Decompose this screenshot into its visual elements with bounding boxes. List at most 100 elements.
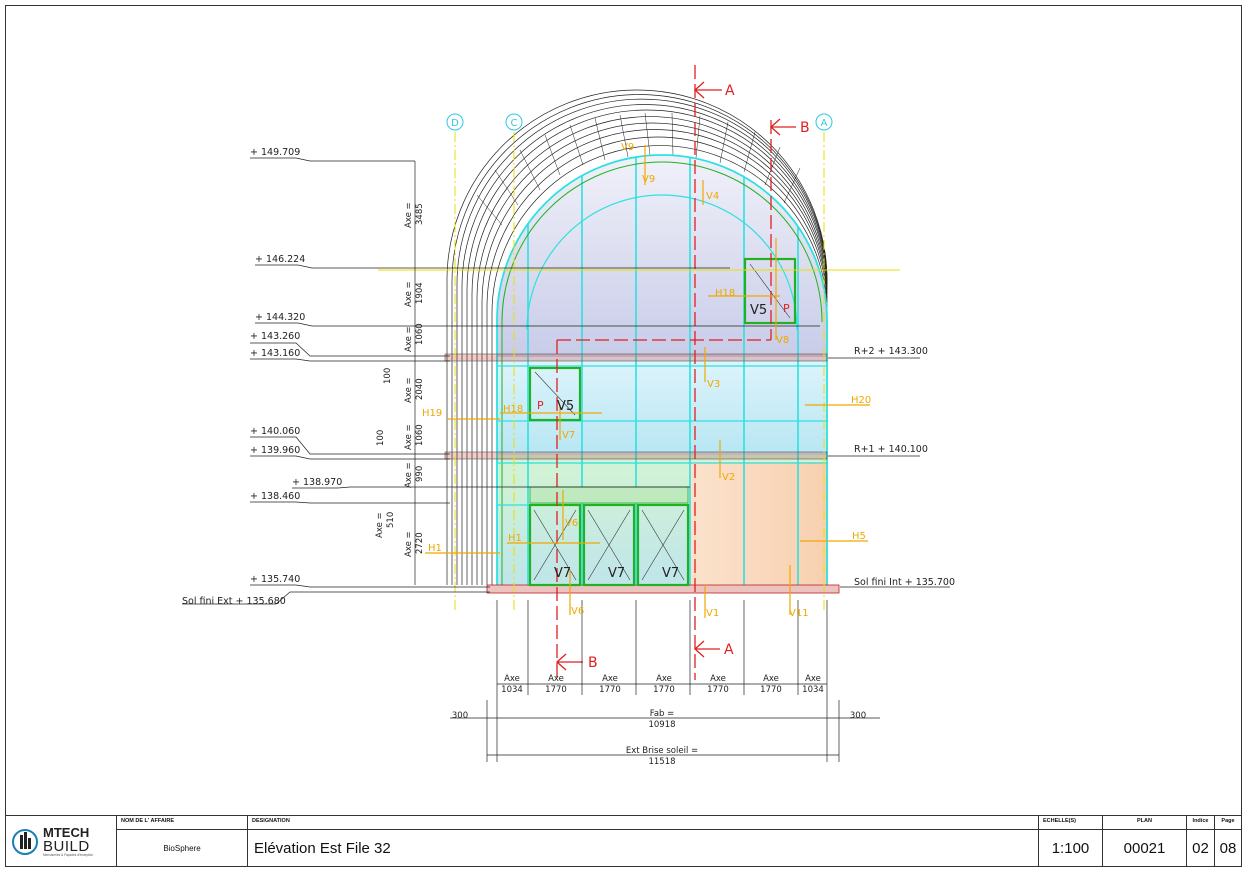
vdim-axe: Axe = [404, 531, 414, 557]
logo-top-text: MTECH [43, 824, 90, 840]
bay-val: 1034 [802, 685, 824, 695]
element-tag: V9 [642, 174, 655, 185]
element-tag: V8 [776, 335, 789, 346]
door-tag: V7 [554, 566, 571, 581]
level-label-right: R+2 + 143.300 [854, 346, 928, 357]
vdim-axe: Axe = [404, 202, 414, 228]
vdim-axe: Axe = [404, 377, 414, 403]
section-marker-a-bottom: A [724, 642, 734, 658]
element-tag: H20 [851, 395, 871, 406]
bay-val: 1770 [599, 685, 621, 695]
bay-val: 1770 [545, 685, 567, 695]
designation-cell: DESIGNATION Elévation Est File 32 [248, 816, 1039, 867]
vdim-axe: Axe = [375, 512, 385, 538]
bay-val: 1770 [707, 685, 729, 695]
element-tag: V6 [571, 606, 584, 617]
plan-value: 00021 [1123, 840, 1166, 857]
page-value: 08 [1219, 840, 1237, 857]
elevation-drawing: D C A A B B A + 149.709 + 146.224 + 144.… [182, 65, 955, 767]
bay-axe: Axe [805, 674, 821, 684]
level-label: + 143.260 [250, 331, 300, 342]
affaire-header: NOM DE L' AFFAIRE [117, 816, 247, 830]
vdim-val: 1904 [415, 282, 425, 304]
bay-axe: Axe [602, 674, 618, 684]
axis-bubble-d: D [451, 118, 459, 129]
fab-label: Fab = [650, 709, 675, 719]
level-label: Sol fini Ext + 135.680 [182, 596, 286, 607]
element-tag: H18 [503, 404, 523, 415]
vdim-val: 1060 [415, 424, 425, 446]
echelle-header: ECHELLE(S) [1039, 816, 1102, 830]
element-tag: V9 [621, 142, 634, 153]
vdim-val: 510 [386, 512, 396, 528]
element-tag: H1 [428, 543, 442, 554]
level-label: + 135.740 [250, 574, 300, 585]
bay-axe: Axe [548, 674, 564, 684]
element-tag: V7 [562, 430, 575, 441]
section-marker-b-top: B [800, 120, 810, 136]
section-marker-b-bottom: B [588, 655, 598, 671]
level-label: + 144.320 [255, 312, 305, 323]
vdim-axe: Axe = [404, 424, 414, 450]
page-header: Page [1215, 816, 1241, 830]
title-block: MTECH BUILD Menuiseries & Façades d'exce… [5, 815, 1242, 867]
vdim-val: 2040 [415, 378, 425, 400]
element-tag: H18 [715, 288, 735, 299]
element-tag: V1 [706, 608, 719, 619]
axis-bubble-a: A [821, 118, 828, 129]
element-tag: V11 [789, 608, 809, 619]
affaire-cell: NOM DE L' AFFAIRE BioSphere [117, 816, 248, 867]
bay-val: 1770 [760, 685, 782, 695]
logo-tagline: Menuiseries & Façades d'exception [43, 852, 94, 857]
overhang-left: 300 [452, 711, 468, 721]
affaire-value: BioSphere [163, 844, 201, 853]
level-label-right: R+1 + 140.100 [854, 444, 928, 455]
page-cell: Page 08 [1215, 816, 1241, 867]
designation-header: DESIGNATION [248, 816, 1038, 830]
element-tag: V2 [722, 472, 735, 483]
bay-val: 1034 [501, 685, 523, 695]
logo-bottom-text: BUILD [43, 837, 90, 855]
vdim-val: 990 [415, 466, 425, 482]
bay-axe: Axe [763, 674, 779, 684]
ext-label: Ext Brise soleil = [626, 746, 698, 756]
overhang-right: 300 [850, 711, 866, 721]
level-label: + 139.960 [250, 445, 300, 456]
vdim-axe: Axe = [404, 462, 414, 488]
vdim-axe: Axe = [404, 326, 414, 352]
vdim-val: 100 [383, 368, 393, 384]
vent-tag: V5 [557, 399, 574, 414]
vdim-val: 100 [376, 430, 386, 446]
vdim-val: 3485 [415, 203, 425, 225]
designation-value: Elévation Est File 32 [254, 840, 391, 857]
element-tag: H5 [852, 531, 866, 542]
echelle-cell: ECHELLE(S) 1:100 [1039, 816, 1103, 867]
vdim-axe: Axe = [404, 281, 414, 307]
element-tag: V4 [706, 191, 719, 202]
ext-value: 11518 [648, 757, 675, 767]
plan-cell: PLAN 00021 [1103, 816, 1187, 867]
level-label: + 143.160 [250, 348, 300, 359]
door-tag: V7 [662, 566, 679, 581]
level-label: + 149.709 [250, 147, 300, 158]
element-tag: H1 [508, 533, 522, 544]
bay-axe: Axe [710, 674, 726, 684]
plan-header: PLAN [1103, 816, 1186, 830]
indice-cell: Indice 02 [1187, 816, 1215, 867]
level-label: + 140.060 [250, 426, 300, 437]
element-tag: H19 [422, 408, 442, 419]
vdim-val: 2720 [415, 532, 425, 554]
company-logo: MTECH BUILD Menuiseries & Façades d'exce… [5, 816, 117, 867]
indice-header: Indice [1187, 816, 1214, 830]
vdim-val: 1060 [415, 323, 425, 345]
bay-axe: Axe [656, 674, 672, 684]
element-tag: V3 [707, 379, 720, 390]
vent-tag: V5 [750, 303, 767, 318]
level-label-right: Sol fini Int + 135.700 [854, 577, 955, 588]
bay-val: 1770 [653, 685, 675, 695]
echelle-value: 1:100 [1051, 840, 1090, 857]
axis-bubble-c: C [511, 118, 518, 129]
fab-value: 10918 [648, 720, 675, 730]
element-tag: V6 [565, 518, 578, 529]
p-tag: P [537, 399, 544, 412]
